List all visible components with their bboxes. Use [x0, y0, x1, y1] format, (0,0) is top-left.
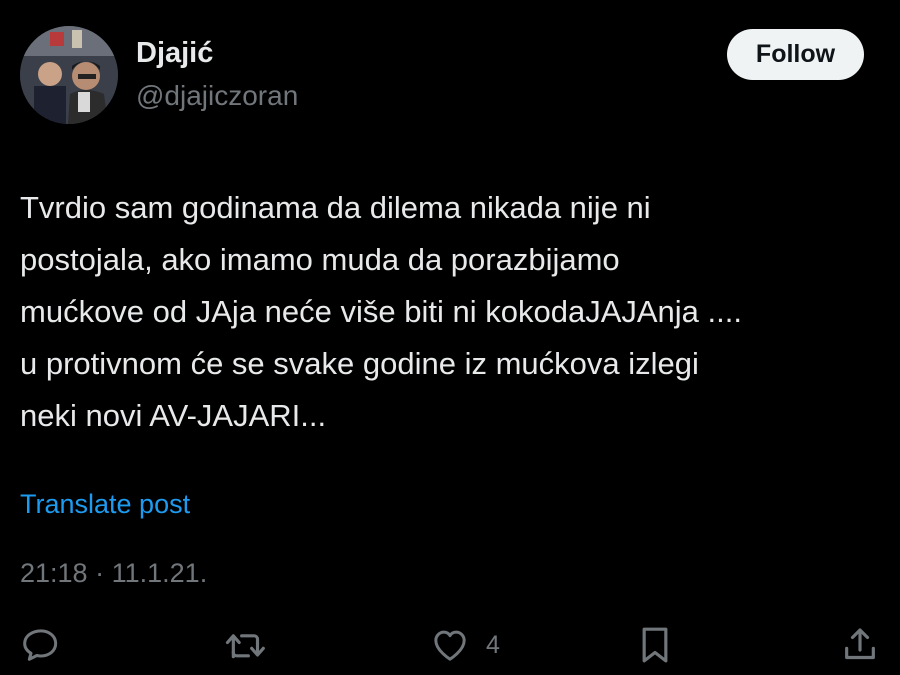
time: 21:18 [20, 558, 88, 588]
avatar[interactable] [20, 26, 118, 124]
profile-photo [20, 26, 118, 124]
bookmark-button[interactable] [637, 625, 673, 665]
share-icon [845, 628, 875, 660]
tweet-line: u protivnom će se svake godine iz mućkov… [20, 346, 699, 381]
bookmark-icon [642, 627, 668, 663]
follow-button[interactable]: Follow [727, 29, 864, 80]
retweet-button[interactable] [223, 625, 267, 665]
handle[interactable]: @djajiczoran [136, 80, 298, 112]
display-name[interactable]: Djajić [136, 37, 213, 70]
tweet-line: Tvrdio sam godinama da dilema nikada nij… [20, 190, 651, 225]
tweet-line: mućkove od JAja neće više biti ni kokoda… [20, 294, 742, 329]
separator: · [95, 558, 105, 588]
like-button[interactable]: 4 [430, 625, 500, 665]
translate-link[interactable]: Translate post [20, 489, 190, 520]
timestamp[interactable]: 21:18 · 11.1.21. [20, 558, 207, 589]
share-button[interactable] [840, 625, 880, 665]
tweet-text: Tvrdio sam godinama da dilema nikada nij… [20, 182, 890, 442]
tweet-line: neki novi AV-JAJARI... [20, 398, 327, 433]
tweet-line: postojala, ako imamo muda da porazbijamo [20, 242, 620, 277]
like-count: 4 [486, 630, 500, 659]
reply-icon [23, 629, 58, 661]
date: 11.1.21. [111, 558, 208, 588]
heart-icon [434, 630, 466, 661]
reply-button[interactable] [21, 625, 61, 665]
retweet-icon [225, 634, 265, 659]
